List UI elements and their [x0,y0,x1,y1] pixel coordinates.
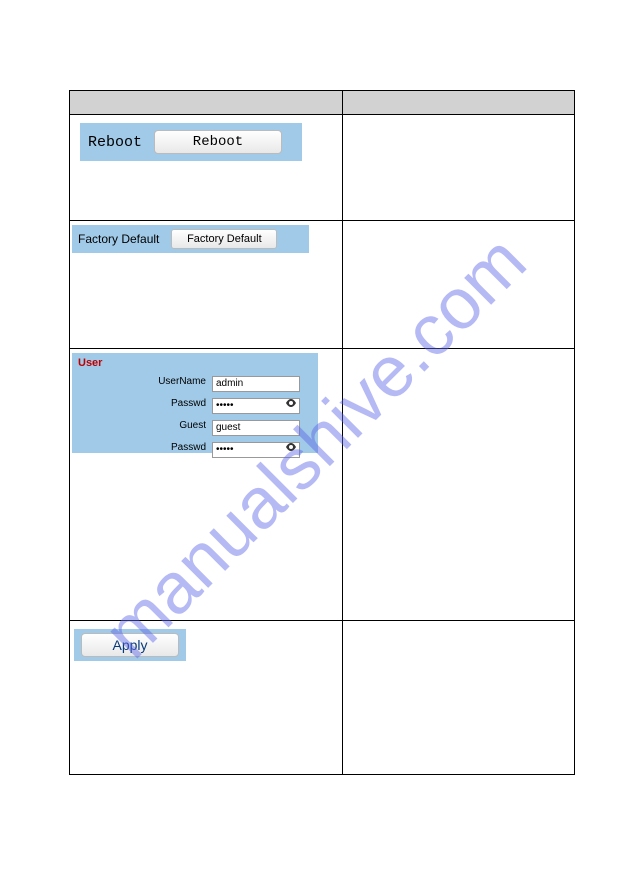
user-panel: User UserName Passwd [72,353,318,453]
empty-cell [342,115,574,221]
header-cell-right [342,91,574,115]
factory-default-panel: Factory Default Factory Default [72,225,309,253]
table-header-row [70,91,575,115]
passwd2-label: Passwd [72,442,212,453]
factory-default-button[interactable]: Factory Default [171,229,277,249]
empty-cell [342,221,574,349]
passwd1-label: Passwd [72,398,212,409]
reboot-label: Reboot [88,134,142,151]
guest-field[interactable] [212,420,300,436]
eye-icon[interactable] [284,441,298,453]
table-row: Reboot Reboot [70,115,575,221]
passwd2-row: Passwd [72,437,318,457]
apply-panel: Apply [74,629,186,661]
username-row: UserName [72,371,318,391]
factory-default-label: Factory Default [78,232,159,246]
guest-row: Guest [72,415,318,435]
header-cell-left [70,91,343,115]
reboot-panel: Reboot Reboot [80,123,302,161]
config-table: Reboot Reboot Factory Default Factory De… [69,90,575,775]
empty-cell [342,349,574,621]
eye-icon[interactable] [284,397,298,409]
reboot-button[interactable]: Reboot [154,130,282,154]
apply-button[interactable]: Apply [81,633,179,657]
guest-label: Guest [72,420,212,431]
table-row: User UserName Passwd [70,349,575,621]
passwd1-row: Passwd [72,393,318,413]
empty-cell [342,621,574,775]
table-row: Apply [70,621,575,775]
username-field[interactable] [212,376,300,392]
table-row: Factory Default Factory Default [70,221,575,349]
user-title: User [78,357,318,369]
username-label: UserName [72,376,212,387]
